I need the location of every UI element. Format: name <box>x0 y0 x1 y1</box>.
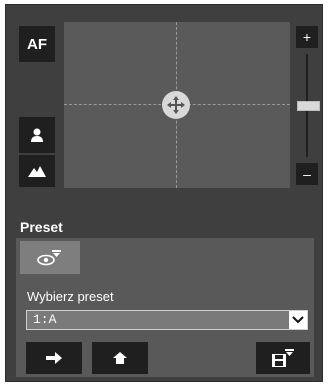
save-preset-icon <box>272 349 294 367</box>
preset-view-tab[interactable] <box>20 241 80 274</box>
pan-tilt-pad[interactable] <box>64 22 290 188</box>
move-icon <box>167 96 185 114</box>
arrow-right-icon <box>46 352 62 364</box>
preset-panel: Wybierz preset 1:A <box>16 238 314 377</box>
choose-preset-label: Wybierz preset <box>27 289 114 304</box>
autofocus-button[interactable]: AF <box>19 26 55 62</box>
preset-section-title: Preset <box>20 219 63 235</box>
home-icon <box>113 352 127 364</box>
pan-tilt-handle[interactable] <box>162 91 190 119</box>
zoom-out-label: – <box>303 166 311 182</box>
mountain-icon <box>28 166 46 177</box>
zoom-in-button[interactable]: + <box>296 26 318 48</box>
chevron-down-icon[interactable] <box>289 311 307 329</box>
preset-view-icon <box>37 249 61 265</box>
landscape-focus-button[interactable] <box>19 155 55 187</box>
preset-selected-value: 1:A <box>33 312 57 327</box>
home-position-button[interactable] <box>92 342 148 374</box>
camera-control-panel: AF + – Preset Wybierz preset 1:A <box>5 4 323 382</box>
zoom-out-button[interactable]: – <box>296 163 318 185</box>
person-icon <box>31 128 43 142</box>
preset-select[interactable]: 1:A <box>26 310 308 330</box>
portrait-focus-button[interactable] <box>19 117 55 153</box>
save-preset-button[interactable] <box>256 342 310 374</box>
go-to-preset-button[interactable] <box>26 342 82 374</box>
zoom-in-label: + <box>302 29 312 45</box>
zoom-slider-thumb[interactable] <box>297 101 320 111</box>
autofocus-label: AF <box>27 35 47 53</box>
